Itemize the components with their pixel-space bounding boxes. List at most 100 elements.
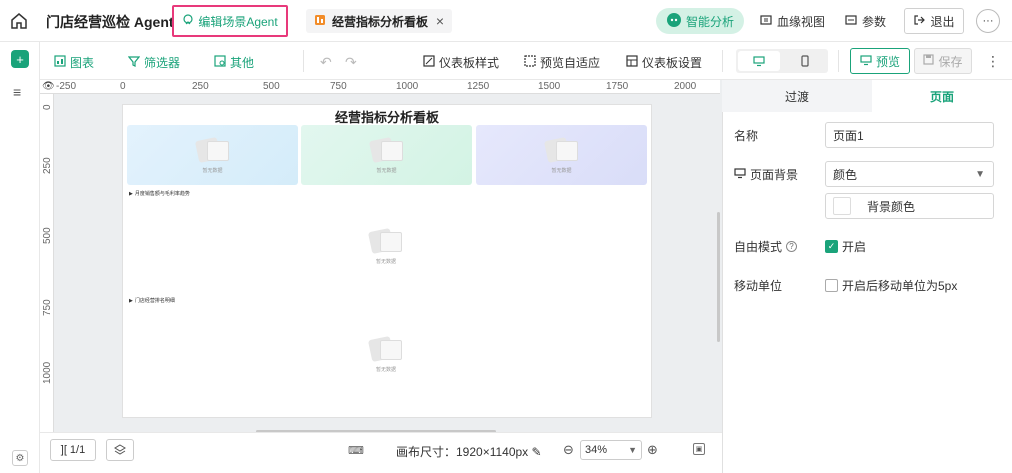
background-type-value: 颜色: [833, 167, 858, 182]
dashboard-settings-button[interactable]: 仪表板设置: [626, 54, 702, 71]
eye-icon[interactable]: 👁: [42, 81, 55, 92]
chart-menu-button[interactable]: 图表: [54, 54, 94, 71]
zoom-out-icon[interactable]: ⊖: [563, 442, 574, 458]
name-label: 名称: [734, 129, 759, 143]
dashboard-style-button[interactable]: 仪表板样式: [423, 54, 499, 71]
save-label: 保存: [938, 54, 963, 69]
page-name-value: 页面1: [833, 128, 864, 143]
ruler-label: 1750: [606, 81, 629, 92]
empty-data-icon: [368, 136, 405, 165]
section-header[interactable]: ▶ 月度销售额与毛利率趋势: [129, 190, 190, 198]
fit-to-screen-icon[interactable]: ▣: [693, 443, 705, 455]
section-title: 月度销售额与毛利率趋势: [134, 191, 190, 197]
mobile-view-icon[interactable]: [784, 51, 826, 71]
preview-fit-button[interactable]: 预览自适应: [524, 54, 600, 71]
page-background-label: 页面背景: [734, 166, 798, 183]
metric-card[interactable]: 暂无数据: [301, 125, 472, 185]
preview-button[interactable]: 预览: [850, 48, 910, 74]
canvas-size[interactable]: 画布尺寸：1920×1140px ✎: [396, 443, 542, 460]
tab-dashboard[interactable]: 经营指标分析看板 ×: [306, 9, 452, 33]
zoom-in-icon[interactable]: ⊕: [647, 442, 658, 458]
move-unit-checkbox[interactable]: 开启后移动单位为5px: [825, 277, 957, 294]
background-color-label: 背景颜色: [867, 199, 916, 214]
background-color-picker[interactable]: 背景颜色: [825, 193, 994, 219]
dashboard-tab-icon: [314, 14, 326, 29]
section-header[interactable]: ▶ 门店经营排名明细: [129, 297, 175, 305]
metric-card[interactable]: 暂无数据: [127, 125, 298, 185]
more-options-icon[interactable]: ···: [976, 9, 1000, 33]
checkbox-checked-icon[interactable]: ✓: [825, 240, 838, 253]
exit-button[interactable]: 退出: [904, 8, 964, 34]
background-type-select[interactable]: 颜色 ▼: [825, 161, 994, 187]
ruler-label: 250: [42, 157, 53, 174]
page-name-input[interactable]: 页面1: [825, 122, 994, 148]
params-button[interactable]: 参数: [845, 13, 886, 30]
close-icon[interactable]: ×: [436, 13, 444, 29]
free-mode-check-label: 开启: [842, 240, 867, 254]
filter-menu-button[interactable]: 筛选器: [127, 54, 180, 71]
robot-icon: [666, 12, 682, 31]
tab-page[interactable]: 页面: [872, 80, 1012, 112]
section-title: 门店经营排名明细: [134, 298, 175, 304]
monitor-icon: [734, 167, 746, 182]
undo-icon[interactable]: ↶: [320, 54, 332, 71]
empty-data-text: 暂无数据: [375, 259, 396, 265]
empty-data-text: 暂无数据: [551, 167, 572, 174]
edit-pencil-icon[interactable]: ✎: [532, 445, 542, 459]
chart-placeholder[interactable]: 暂无数据: [367, 227, 404, 265]
outline-list-icon[interactable]: ≡: [13, 84, 21, 100]
fit-screen-icon: [524, 55, 536, 70]
ruler-label: 1000: [396, 81, 419, 92]
exit-label: 退出: [930, 14, 955, 29]
toolbar-divider: [303, 50, 304, 72]
page-background-text: 页面背景: [750, 168, 799, 182]
smart-analysis-label: 智能分析: [685, 14, 734, 29]
ruler-label: 0: [120, 81, 126, 92]
toolbar-more-icon[interactable]: ⋮: [986, 53, 1000, 70]
other-menu-label: 其他: [230, 56, 255, 70]
other-menu-button[interactable]: 其他: [214, 54, 254, 71]
page-navigator[interactable]: ][ 1/1: [50, 439, 96, 461]
edit-scene-agent-button[interactable]: 编辑场景Agent: [172, 5, 288, 37]
page-indicator: 1/1: [69, 444, 86, 456]
preview-label: 预览: [875, 54, 900, 69]
vertical-scrollbar[interactable]: [717, 212, 720, 342]
desktop-view-icon[interactable]: [738, 51, 780, 71]
style-icon: [423, 55, 435, 70]
settings-layout-icon: [626, 55, 638, 70]
home-icon[interactable]: [10, 12, 30, 30]
zoom-value: 34%: [585, 444, 608, 456]
color-swatch[interactable]: [833, 197, 851, 215]
ruler-label: 0: [42, 104, 53, 110]
layers-icon[interactable]: [106, 439, 134, 461]
save-icon: [923, 54, 935, 68]
caret-right-icon: ▶: [129, 297, 133, 304]
smart-analysis-button[interactable]: 智能分析: [656, 8, 744, 34]
metric-card[interactable]: 暂无数据: [476, 125, 647, 185]
redo-icon[interactable]: ↷: [345, 54, 357, 71]
lineage-view-button[interactable]: 血缘视图: [760, 13, 825, 30]
keyboard-icon[interactable]: ⌨: [348, 444, 364, 457]
edit-scene-agent-label: 编辑场景Agent: [198, 14, 278, 29]
tab-transition[interactable]: 过渡: [722, 80, 872, 112]
empty-data-icon: [367, 335, 404, 364]
vertical-ruler: 0 250 500 750 1000: [40, 94, 54, 432]
zoom-select[interactable]: 34% ▼: [580, 440, 642, 460]
exit-icon: [913, 14, 926, 29]
settings-gear-icon[interactable]: ⚙: [12, 450, 28, 466]
free-mode-checkbox[interactable]: ✓ 开启: [825, 238, 866, 255]
table-placeholder[interactable]: 暂无数据: [367, 335, 404, 373]
free-mode-text: 自由模式: [734, 240, 783, 254]
add-component-icon[interactable]: +: [11, 50, 29, 68]
left-rail: [0, 42, 40, 473]
empty-data-icon: [367, 227, 404, 256]
toolbar-divider: [838, 50, 839, 72]
empty-data-text: 暂无数据: [376, 167, 397, 174]
page-split-icon: ][: [60, 444, 67, 456]
save-button[interactable]: 保存: [914, 48, 972, 74]
checkbox-unchecked-icon[interactable]: [825, 279, 838, 292]
params-icon: [845, 14, 857, 29]
help-icon[interactable]: ?: [786, 241, 798, 252]
page-title[interactable]: 经营指标分析看板: [122, 107, 652, 126]
ruler-label: 500: [263, 81, 280, 92]
